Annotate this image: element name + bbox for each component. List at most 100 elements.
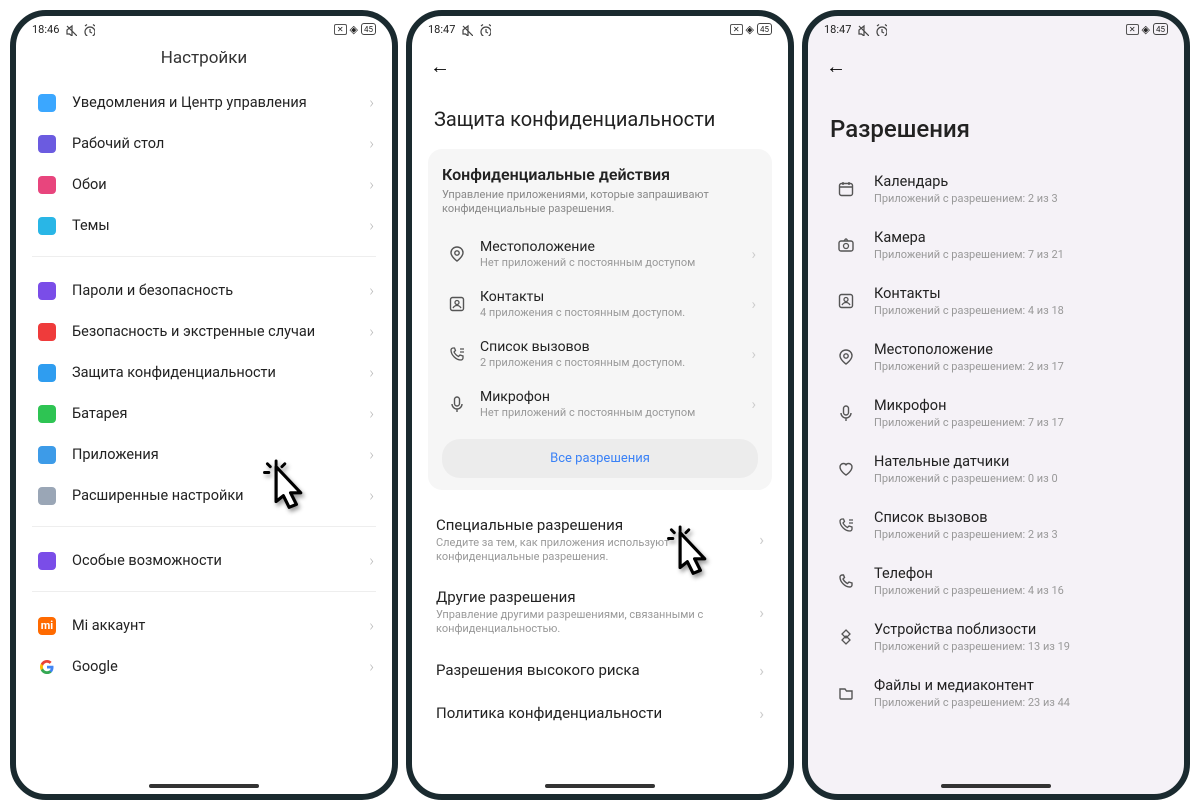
privacy-item-row[interactable]: Контакты 4 приложения с постоянным досту… bbox=[442, 279, 758, 329]
permissions-list[interactable]: Календарь Приложений с разрешением: 2 из… bbox=[808, 161, 1184, 794]
back-button[interactable]: ← bbox=[430, 50, 450, 83]
chevron-right-icon: › bbox=[369, 93, 374, 112]
status-time: 18:47 bbox=[824, 23, 851, 36]
chevron-right-icon: › bbox=[369, 551, 374, 570]
settings-row[interactable]: Защита конфиденциальности › bbox=[26, 352, 382, 393]
permission-row[interactable]: Местоположение Приложений с разрешением:… bbox=[818, 329, 1174, 385]
battery-icon: 45 bbox=[1153, 23, 1168, 35]
permission-subtitle: Приложений с разрешением: 0 из 0 bbox=[874, 472, 1160, 485]
row-icon bbox=[32, 487, 62, 505]
row-title: Местоположение bbox=[480, 239, 751, 255]
permission-row[interactable]: Нательные датчики Приложений с разрешени… bbox=[818, 441, 1174, 497]
permission-subtitle: Приложений с разрешением: 23 из 44 bbox=[874, 696, 1160, 709]
chevron-right-icon: › bbox=[369, 363, 374, 382]
settings-row[interactable]: Особые возможности › bbox=[26, 540, 382, 581]
chevron-right-icon: › bbox=[369, 216, 374, 235]
chevron-right-icon: › bbox=[759, 530, 764, 549]
section-row[interactable]: Разрешения высокого риска › bbox=[422, 649, 778, 692]
contacts-icon bbox=[832, 292, 860, 310]
chevron-right-icon: › bbox=[751, 345, 756, 363]
permission-row[interactable]: Микрофон Приложений с разрешением: 7 из … bbox=[818, 385, 1174, 441]
row-label: Google bbox=[72, 658, 369, 675]
status-time: 18:46 bbox=[32, 23, 59, 36]
permission-title: Нательные датчики bbox=[874, 453, 1160, 470]
settings-row[interactable]: Google › bbox=[26, 646, 382, 687]
alarm-icon bbox=[873, 22, 887, 36]
settings-list[interactable]: Уведомления и Центр управления › Рабочий… bbox=[16, 82, 392, 794]
settings-row[interactable]: Батарея › bbox=[26, 393, 382, 434]
page-title: Защита конфиденциальности bbox=[412, 99, 788, 145]
permission-subtitle: Приложений с разрешением: 2 из 3 bbox=[874, 192, 1160, 205]
contacts-icon bbox=[444, 295, 470, 313]
row-icon bbox=[32, 176, 62, 194]
chevron-right-icon: › bbox=[369, 175, 374, 194]
permission-subtitle: Приложений с разрешением: 13 из 19 bbox=[874, 640, 1160, 653]
permission-row[interactable]: Телефон Приложений с разрешением: 4 из 1… bbox=[818, 553, 1174, 609]
settings-row[interactable]: Безопасность и экстренные случаи › bbox=[26, 311, 382, 352]
mic-icon bbox=[444, 395, 470, 413]
section-row[interactable]: Политика конфиденциальности › bbox=[422, 692, 778, 735]
settings-row[interactable]: Уведомления и Центр управления › bbox=[26, 82, 382, 123]
privacy-card: Конфиденциальные действия Управление при… bbox=[428, 149, 772, 490]
settings-row[interactable]: Темы › bbox=[26, 205, 382, 246]
permission-row[interactable]: Файлы и медиаконтент Приложений с разреш… bbox=[818, 665, 1174, 721]
privacy-item-row[interactable]: Местоположение Нет приложений с постоянн… bbox=[442, 229, 758, 279]
section-row[interactable]: Другие разрешения Управление другими раз… bbox=[422, 576, 778, 649]
chevron-right-icon: › bbox=[369, 657, 374, 676]
wifi-icon: ◈ bbox=[746, 23, 754, 36]
row-icon bbox=[32, 217, 62, 235]
wifi-icon: ◈ bbox=[350, 23, 358, 36]
row-title: Список вызовов bbox=[480, 339, 751, 355]
privacy-item-row[interactable]: Список вызовов 2 приложения с постоянным… bbox=[442, 329, 758, 379]
location-icon bbox=[832, 348, 860, 366]
mute-icon bbox=[63, 22, 77, 36]
permission-row[interactable]: Устройства поблизости Приложений с разре… bbox=[818, 609, 1174, 665]
permission-subtitle: Приложений с разрешением: 7 из 17 bbox=[874, 416, 1160, 429]
row-icon bbox=[32, 658, 62, 676]
section-title: Политика конфиденциальности bbox=[436, 704, 759, 722]
row-title: Микрофон bbox=[480, 389, 751, 405]
row-icon bbox=[32, 94, 62, 112]
home-indicator bbox=[545, 784, 655, 788]
files-icon bbox=[832, 684, 860, 702]
settings-row[interactable]: Пароли и безопасность › bbox=[26, 270, 382, 311]
status-time: 18:47 bbox=[428, 23, 455, 36]
permission-title: Устройства поблизости bbox=[874, 621, 1160, 638]
heart-icon bbox=[832, 460, 860, 478]
permission-row[interactable]: Список вызовов Приложений с разрешением:… bbox=[818, 497, 1174, 553]
permission-title: Календарь bbox=[874, 173, 1160, 190]
section-row[interactable]: Специальные разрешения Следите за тем, к… bbox=[422, 504, 778, 577]
row-subtitle: 2 приложения с постоянным доступом. bbox=[480, 356, 751, 369]
phone-frame-privacy: 18:47 ✕ ◈ 45 ← Защита конфиденциальности… bbox=[406, 10, 794, 800]
back-button[interactable]: ← bbox=[826, 50, 846, 83]
row-label: Приложения bbox=[72, 446, 369, 463]
settings-row[interactable]: Рабочий стол › bbox=[26, 123, 382, 164]
permission-row[interactable]: Контакты Приложений с разрешением: 4 из … bbox=[818, 273, 1174, 329]
permission-title: Телефон bbox=[874, 565, 1160, 582]
status-bar: 18:47 ✕ ◈ 45 bbox=[412, 16, 788, 42]
home-indicator bbox=[149, 784, 259, 788]
settings-row[interactable]: Обои › bbox=[26, 164, 382, 205]
camera-icon bbox=[832, 236, 860, 254]
row-icon bbox=[32, 282, 62, 300]
row-label: Обои bbox=[72, 176, 369, 193]
chevron-right-icon: › bbox=[369, 486, 374, 505]
settings-row[interactable]: Расширенные настройки › bbox=[26, 475, 382, 516]
chevron-right-icon: › bbox=[759, 661, 764, 680]
row-icon bbox=[32, 405, 62, 423]
settings-row[interactable]: mi Mi аккаунт › bbox=[26, 605, 382, 646]
row-icon bbox=[32, 552, 62, 570]
permission-row[interactable]: Камера Приложений с разрешением: 7 из 21 bbox=[818, 217, 1174, 273]
settings-row[interactable]: Приложения › bbox=[26, 434, 382, 475]
row-label: Особые возможности bbox=[72, 552, 369, 569]
chevron-right-icon: › bbox=[759, 603, 764, 622]
row-title: Контакты bbox=[480, 289, 751, 305]
privacy-content[interactable]: Конфиденциальные действия Управление при… bbox=[412, 145, 788, 794]
permission-row[interactable]: Календарь Приложений с разрешением: 2 из… bbox=[818, 161, 1174, 217]
privacy-item-row[interactable]: Микрофон Нет приложений с постоянным дос… bbox=[442, 379, 758, 429]
page-title: Разрешения bbox=[808, 99, 1184, 161]
all-permissions-button[interactable]: Все разрешения bbox=[442, 439, 758, 478]
mic-icon bbox=[832, 404, 860, 422]
calendar-icon bbox=[832, 180, 860, 198]
permission-title: Камера bbox=[874, 229, 1160, 246]
